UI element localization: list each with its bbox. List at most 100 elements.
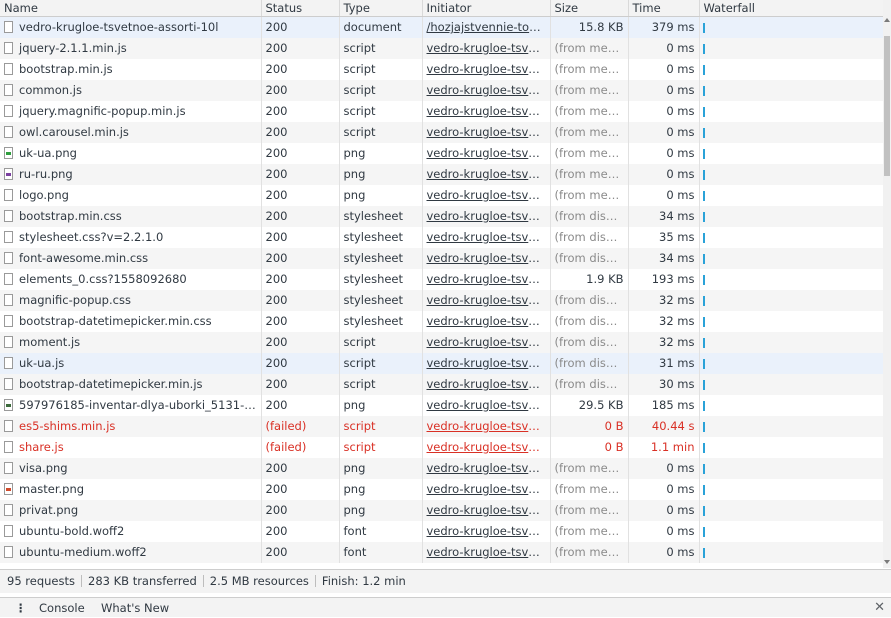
table-row[interactable]: vedro-krugloe-tsvetnoe-assorti-10l 200 doc… xyxy=(0,16,883,38)
table-row[interactable]: ru-ru.png 200 png vedro-krugloe-tsvet... (fr… xyxy=(0,163,883,185)
table-row[interactable]: uk-ua.png 200 png vedro-krugloe-tsvet... (fr… xyxy=(0,142,883,164)
cell-name[interactable]: font-awesome.min.css xyxy=(0,247,261,269)
initiator-link[interactable]: vedro-krugloe-tsvet... xyxy=(427,293,551,307)
request-name[interactable]: bootstrap-datetimepicker.min.css xyxy=(19,314,212,328)
table-row[interactable]: visa.png 200 png vedro-krugloe-tsvet... (fro… xyxy=(0,457,883,479)
cell-name[interactable]: ru-ru.png xyxy=(0,163,261,185)
initiator-link[interactable]: vedro-krugloe-tsvet... xyxy=(427,335,551,349)
initiator-link[interactable]: vedro-krugloe-tsvet... xyxy=(427,146,551,160)
tab-console[interactable]: Console xyxy=(39,598,85,618)
table-row[interactable]: bootstrap.min.css 200 stylesheet vedro-krug… xyxy=(0,205,883,227)
initiator-link[interactable]: vedro-krugloe-tsvet... xyxy=(427,251,551,265)
request-name[interactable]: vedro-krugloe-tsvetnoe-assorti-10l xyxy=(19,20,218,34)
table-row[interactable]: jquery-2.1.1.min.js 200 script vedro-kruglo… xyxy=(0,37,883,59)
request-name[interactable]: owl.carousel.min.js xyxy=(19,125,129,139)
initiator-link[interactable]: vedro-krugloe-tsvet... xyxy=(427,356,551,370)
scroll-up-arrow-icon[interactable] xyxy=(884,18,890,22)
initiator-link[interactable]: vedro-krugloe-tsvet... xyxy=(427,419,551,433)
table-row[interactable]: bootstrap.min.js 200 script vedro-krugloe-t… xyxy=(0,58,883,80)
request-name[interactable]: common.js xyxy=(19,83,82,97)
table-row[interactable]: jquery.magnific-popup.min.js 200 script ved… xyxy=(0,100,883,122)
table-row[interactable]: owl.carousel.min.js 200 script vedro-kruglo… xyxy=(0,121,883,143)
cell-name[interactable]: elements_0.css?1558092680 xyxy=(0,269,261,290)
initiator-link[interactable]: vedro-krugloe-tsvet... xyxy=(427,83,551,97)
initiator-link[interactable]: vedro-krugloe-tsvet... xyxy=(427,440,551,454)
initiator-link[interactable]: vedro-krugloe-tsvet... xyxy=(427,503,551,517)
request-name[interactable]: ubuntu-medium.woff2 xyxy=(19,545,147,559)
initiator-link[interactable]: vedro-krugloe-tsvet... xyxy=(427,62,551,76)
cell-name[interactable]: bootstrap-datetimepicker.min.css xyxy=(0,311,261,332)
request-name[interactable]: ru-ru.png xyxy=(19,167,73,181)
initiator-link[interactable]: vedro-krugloe-tsvet... xyxy=(427,209,551,223)
cell-name[interactable]: magnific-popup.css xyxy=(0,289,261,311)
initiator-link[interactable]: vedro-krugloe-tsvet... xyxy=(427,167,551,181)
column-header-initiator[interactable]: Initiator xyxy=(421,0,550,17)
column-header-size[interactable]: Size xyxy=(549,0,628,17)
column-header-waterfall[interactable]: Waterfall xyxy=(698,0,883,17)
column-header-time[interactable]: Time xyxy=(627,0,699,17)
initiator-link[interactable]: vedro-krugloe-tsvet... xyxy=(427,461,551,475)
cell-name[interactable]: uk-ua.png xyxy=(0,143,261,164)
initiator-link[interactable]: vedro-krugloe-tsvet... xyxy=(427,230,551,244)
table-row[interactable]: share.js (failed) script vedro-krugloe-tsve… xyxy=(0,436,883,458)
request-name[interactable]: share.js xyxy=(19,440,64,454)
request-name[interactable]: moment.js xyxy=(19,335,80,349)
initiator-link[interactable]: vedro-krugloe-tsvet... xyxy=(427,104,551,118)
request-name[interactable]: font-awesome.min.css xyxy=(19,251,148,265)
request-name[interactable]: uk-ua.js xyxy=(19,356,64,370)
cell-name[interactable]: share.js xyxy=(0,437,261,458)
request-name[interactable]: ubuntu-bold.woff2 xyxy=(19,524,124,538)
table-row[interactable]: ubuntu-medium.woff2 200 font vedro-krugloe-… xyxy=(0,541,883,563)
table-row[interactable]: bootstrap-datetimepicker.min.css 200 style… xyxy=(0,310,883,332)
cell-name[interactable]: es5-shims.min.js xyxy=(0,415,261,437)
cell-name[interactable]: ubuntu-medium.woff2 xyxy=(0,541,261,563)
cell-name[interactable]: uk-ua.js xyxy=(0,352,261,374)
tab-whats-new[interactable]: What's New xyxy=(101,598,169,618)
cell-name[interactable]: jquery.magnific-popup.min.js xyxy=(0,101,261,122)
table-row[interactable]: master.png 200 png vedro-krugloe-tsvet... (f… xyxy=(0,478,883,500)
initiator-link[interactable]: vedro-krugloe-tsvet... xyxy=(427,188,551,202)
request-name[interactable]: privat.png xyxy=(19,503,78,517)
initiator-link[interactable]: vedro-krugloe-tsvet... xyxy=(427,377,551,391)
cell-name[interactable]: stylesheet.css?v=2.2.1.0 xyxy=(0,227,261,248)
table-row[interactable]: magnific-popup.css 200 stylesheet vedro-kru… xyxy=(0,289,883,311)
table-row[interactable]: elements_0.css?1558092680 200 stylesheet ve… xyxy=(0,268,883,290)
cell-name[interactable]: bootstrap.min.js xyxy=(0,59,261,80)
cell-name[interactable]: logo.png xyxy=(0,185,261,206)
request-name[interactable]: visa.png xyxy=(19,461,68,475)
table-row[interactable]: 597976185-inventar-dlya-uborki_5131-01..… xyxy=(0,394,883,416)
table-row[interactable]: uk-ua.js 200 script vedro-krugloe-tsvet...(… xyxy=(0,352,883,374)
table-row[interactable]: es5-shims.min.js (failed) script vedro-krug… xyxy=(0,415,883,437)
cell-name[interactable]: master.png xyxy=(0,479,261,500)
cell-name[interactable]: bootstrap.min.css xyxy=(0,205,261,227)
initiator-link[interactable]: vedro-krugloe-tsvet... xyxy=(427,272,551,286)
table-row[interactable]: common.js 200 script vedro-krugloe-tsvet...… xyxy=(0,79,883,101)
request-name[interactable]: logo.png xyxy=(19,188,69,202)
initiator-link[interactable]: vedro-krugloe-tsvet... xyxy=(427,314,551,328)
initiator-link[interactable]: vedro-krugloe-tsvet... xyxy=(427,524,551,538)
cell-name[interactable]: owl.carousel.min.js xyxy=(0,121,261,143)
table-row[interactable]: stylesheet.css?v=2.2.1.0 200 stylesheet ved… xyxy=(0,226,883,248)
request-name[interactable]: elements_0.css?1558092680 xyxy=(19,272,187,286)
request-name[interactable]: bootstrap.min.js xyxy=(19,62,113,76)
cell-name[interactable]: moment.js xyxy=(0,331,261,353)
initiator-link[interactable]: vedro-krugloe-tsvet... xyxy=(427,545,551,559)
table-row[interactable]: moment.js 200 script vedro-krugloe-tsvet...… xyxy=(0,331,883,353)
table-row[interactable]: bootstrap-datetimepicker.min.js 200 script… xyxy=(0,373,883,395)
initiator-link[interactable]: /hozjajstvennie-tova... xyxy=(427,20,551,34)
initiator-link[interactable]: vedro-krugloe-tsvet... xyxy=(427,398,551,412)
initiator-link[interactable]: vedro-krugloe-tsvet... xyxy=(427,41,551,55)
table-row[interactable]: logo.png 200 png vedro-krugloe-tsvet... (fro… xyxy=(0,184,883,206)
request-name[interactable]: 597976185-inventar-dlya-uborki_5131-01..… xyxy=(19,398,261,412)
cell-name[interactable]: bootstrap-datetimepicker.min.js xyxy=(0,373,261,395)
column-header-status[interactable]: Status xyxy=(260,0,339,17)
request-name[interactable]: es5-shims.min.js xyxy=(19,419,115,433)
cell-name[interactable]: vedro-krugloe-tsvetnoe-assorti-10l xyxy=(0,16,261,38)
more-vertical-icon[interactable]: ⋮ xyxy=(15,598,27,618)
table-row[interactable]: ubuntu-bold.woff2 200 font vedro-krugloe-ts… xyxy=(0,520,883,542)
request-name[interactable]: jquery.magnific-popup.min.js xyxy=(19,104,186,118)
table-row[interactable]: privat.png 200 png vedro-krugloe-tsvet... (f… xyxy=(0,499,883,521)
cell-name[interactable]: jquery-2.1.1.min.js xyxy=(0,37,261,59)
column-header-name[interactable]: Name xyxy=(0,0,261,17)
cell-name[interactable]: ubuntu-bold.woff2 xyxy=(0,521,261,542)
